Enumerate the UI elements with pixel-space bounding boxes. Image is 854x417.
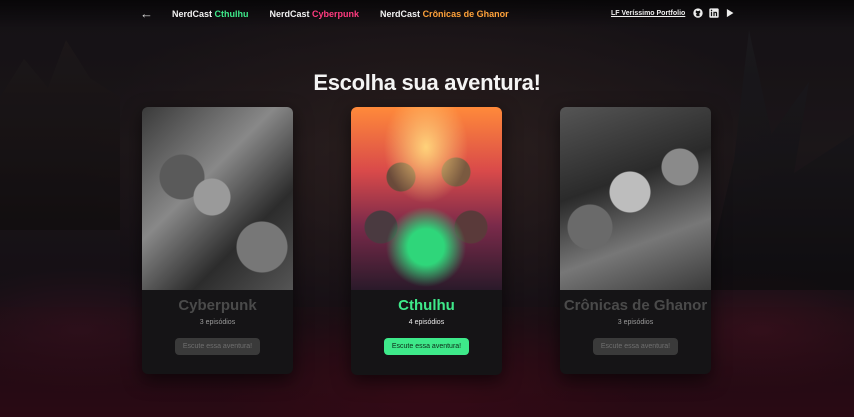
play-store-icon[interactable]: [725, 8, 735, 18]
nav-links: NerdCast Cthulhu NerdCast Cyberpunk Nerd…: [172, 9, 509, 19]
nav-link-cthulhu[interactable]: NerdCast Cthulhu: [172, 9, 249, 19]
listen-button[interactable]: Escute essa aventura!: [383, 338, 470, 355]
card-body: Cyberpunk 3 episódios Escute essa aventu…: [142, 290, 293, 355]
card-body: Cthulhu 4 episódios Escute essa aventura…: [351, 290, 502, 355]
linkedin-icon[interactable]: [709, 8, 719, 18]
adventure-card-cyberpunk[interactable]: Cyberpunk 3 episódios Escute essa aventu…: [142, 107, 293, 374]
github-icon[interactable]: [693, 8, 703, 18]
card-body: Crônicas de Ghanor 3 episódios Escute es…: [560, 290, 711, 355]
nav-link-prefix: NerdCast: [380, 9, 423, 19]
page-title: Escolha sua aventura!: [313, 70, 541, 95]
adventure-card-ghanor[interactable]: Crônicas de Ghanor 3 episódios Escute es…: [560, 107, 711, 374]
card-title: Crônicas de Ghanor: [563, 297, 708, 314]
adventure-card-cthulhu[interactable]: Cthulhu 4 episódios Escute essa aventura…: [351, 107, 502, 375]
episode-count: 3 episódios: [199, 319, 236, 326]
nav-link-accent: Cyberpunk: [312, 9, 360, 19]
back-arrow-icon[interactable]: ←: [140, 6, 153, 21]
nav-link-accent: Cthulhu: [214, 9, 249, 19]
nav-link-prefix: NerdCast: [269, 9, 313, 19]
card-title: Cyberpunk: [178, 297, 257, 314]
cyberpunk-cover-image: [142, 107, 293, 290]
listen-button[interactable]: Escute essa aventura!: [174, 338, 261, 355]
nav-link-cyberpunk[interactable]: NerdCast Cyberpunk: [270, 9, 360, 19]
nav-social: LF Veríssimo Portfolio: [611, 8, 735, 18]
nav-link-prefix: NerdCast: [172, 9, 215, 19]
episode-count: 3 episódios: [617, 319, 654, 326]
cthulhu-cover-image: [351, 107, 502, 290]
portfolio-link[interactable]: LF Veríssimo Portfolio: [611, 10, 685, 17]
ghanor-cover-image: [560, 107, 711, 290]
listen-button[interactable]: Escute essa aventura!: [592, 338, 679, 355]
episode-count: 4 episódios: [408, 319, 445, 326]
nav-link-ghanor[interactable]: NerdCast Crônicas de Ghanor: [380, 9, 509, 19]
top-nav: ← NerdCast Cthulhu NerdCast Cyberpunk Ne…: [0, 0, 854, 28]
card-title: Cthulhu: [398, 297, 455, 314]
nav-link-accent: Crônicas de Ghanor: [422, 9, 509, 19]
